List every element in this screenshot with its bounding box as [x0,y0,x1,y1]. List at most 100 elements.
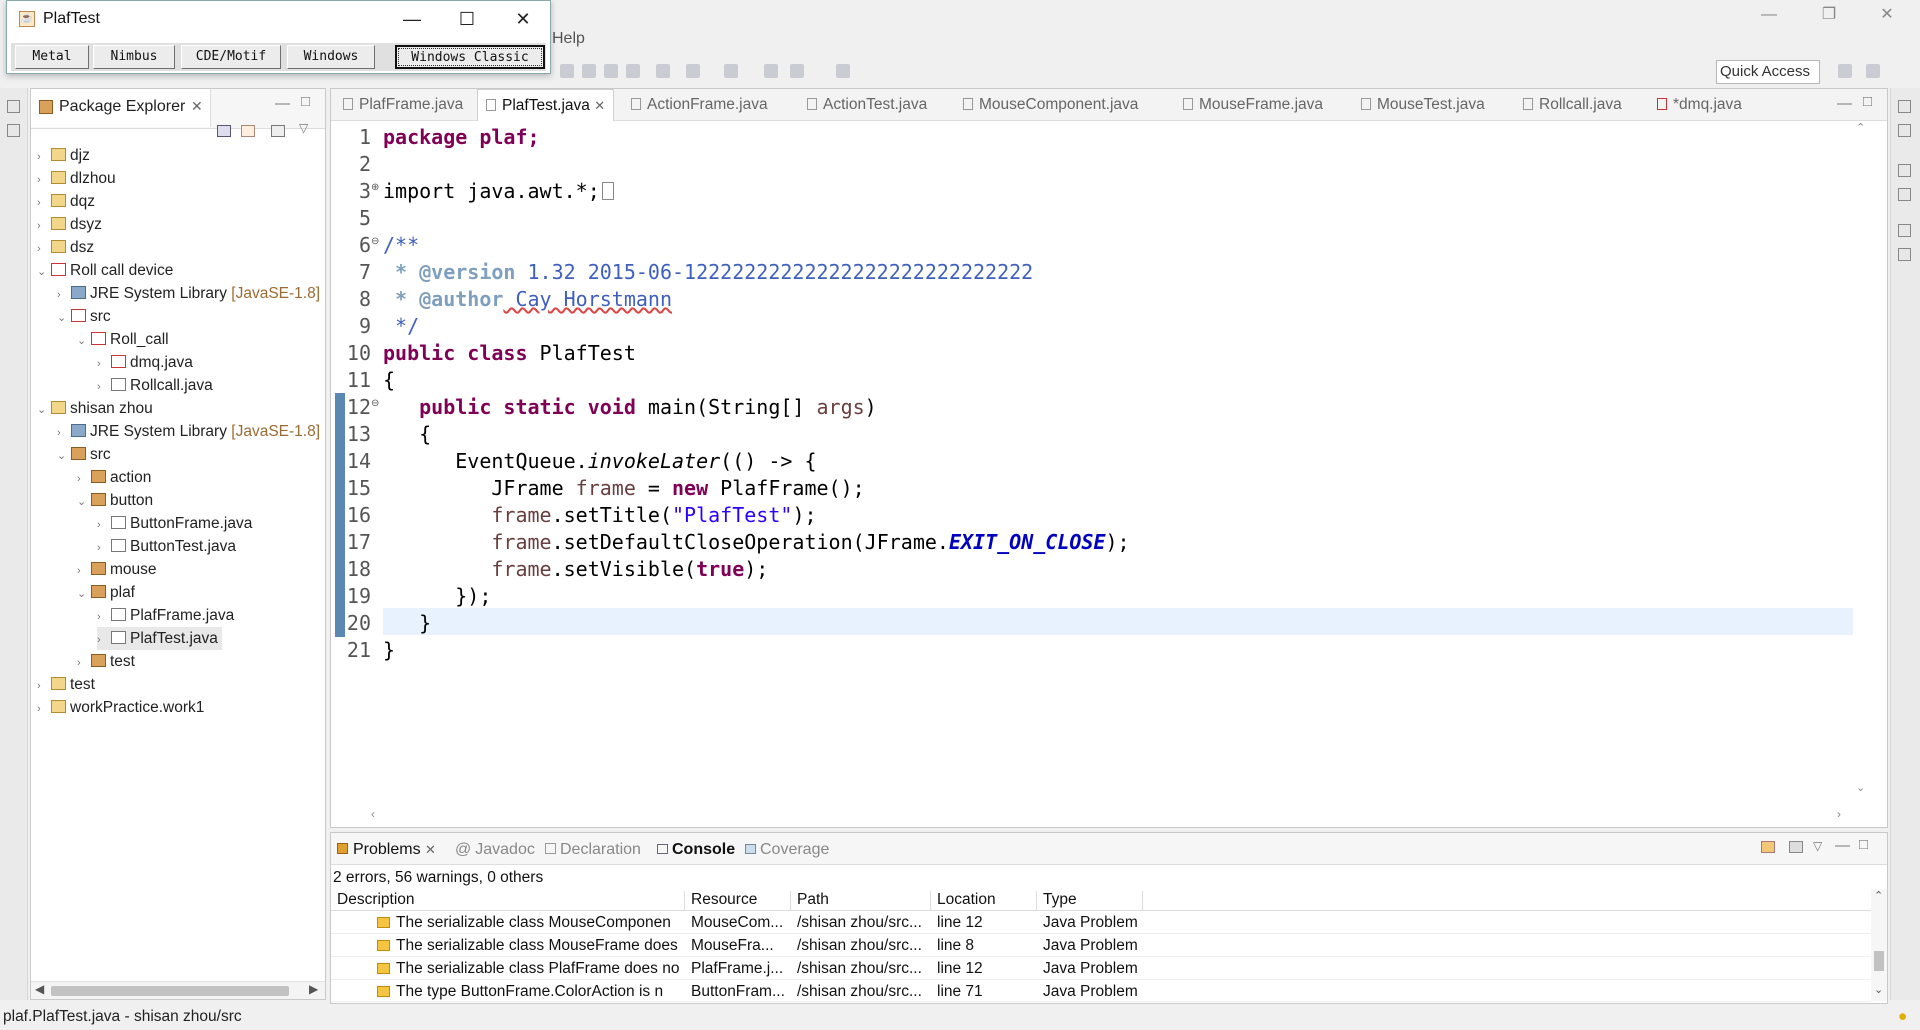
focus-icon[interactable] [1761,841,1775,853]
expand-icon[interactable]: › [97,606,109,629]
tree-item-file[interactable]: › Rollcall.java [97,374,213,397]
lightbulb-icon[interactable]: ● [1898,1004,1907,1030]
tree-item-file[interactable]: › ButtonFrame.java [97,512,252,535]
horizontal-scrollbar[interactable]: ‹ › [371,807,1853,825]
tree-item-project[interactable]: › dlzhou [37,167,116,190]
tree-item-package[interactable]: › mouse [77,558,157,581]
code-line[interactable]: package plaf; [383,124,540,151]
code-line[interactable]: * @author Cay Horstmann [383,286,672,313]
table-row[interactable]: The serializable class MouseComponen Mou… [331,911,1871,934]
tree-item-file[interactable]: › dmq.java [97,351,193,374]
code-line[interactable]: public class PlafTest [383,340,636,367]
view-icon[interactable] [1898,248,1911,261]
toolbar-icon[interactable] [626,64,640,78]
column-resource[interactable]: Resource [685,891,791,911]
tab-mouseframe[interactable]: MouseFrame.java [1183,89,1323,121]
vertical-scrollbar[interactable]: ⌃ ⌄ [1871,889,1887,1001]
view-icon[interactable] [7,124,20,137]
tab-actiontest[interactable]: ActionTest.java [807,89,927,121]
perspective-icon[interactable] [1838,64,1852,78]
expand-fold-icon[interactable]: ⊕ [371,182,379,193]
code-line[interactable]: frame.setTitle("PlafTest"); [383,502,816,529]
toolbar-icon[interactable] [724,64,738,78]
link-with-editor-icon[interactable] [241,125,255,137]
tree-item-project[interactable]: › test [37,673,95,696]
column-location[interactable]: Location [931,891,1037,911]
maximize-icon[interactable]: □ [1859,836,1868,853]
collapse-all-icon[interactable] [217,125,231,137]
horizontal-scrollbar[interactable]: ◀ ▶ [31,981,325,999]
windows-classic-button[interactable]: Windows Classic [395,45,545,69]
task-list-icon[interactable] [1898,124,1911,137]
tree-item-package[interactable]: ⌄ button [77,489,153,512]
code-line[interactable]: } [383,637,395,664]
code-line[interactable]: EventQueue.invokeLater(() -> { [383,448,816,475]
metal-button[interactable]: Metal [15,45,89,69]
toolbar-icon[interactable] [604,64,618,78]
tab-plaftest[interactable]: PlafTest.java ✕ [477,89,615,121]
scroll-left-icon[interactable]: ◀ [35,982,44,996]
tab-coverage[interactable]: Coverage [745,841,829,859]
code-line[interactable]: /** [383,232,419,259]
restore-view-icon[interactable] [1898,164,1911,177]
restore-view-icon[interactable] [1898,224,1911,237]
expand-icon[interactable]: › [77,468,89,491]
column-type[interactable]: Type [1037,891,1143,911]
tree-item-project[interactable]: › dqz [37,190,95,213]
collapse-fold-icon[interactable]: ⊖ [371,236,379,247]
restore-view-icon[interactable] [7,100,20,113]
expand-icon[interactable]: › [97,629,109,652]
collapse-icon[interactable]: ⌄ [77,330,89,353]
code-line[interactable]: frame.setDefaultCloseOperation(JFrame.EX… [383,529,1129,556]
expand-icon[interactable]: › [37,675,49,698]
tree-item-library[interactable]: › JRE System Library [JavaSE-1.8] [57,420,320,443]
expand-icon[interactable]: › [97,514,109,537]
folded-block-icon[interactable] [601,182,614,200]
tab-dmq[interactable]: *dmq.java [1657,89,1742,121]
tab-package-explorer[interactable]: Package Explorer ✕ [31,89,211,127]
expand-icon[interactable]: › [37,238,49,261]
collapse-icon[interactable]: ⌄ [37,261,49,284]
outline-icon[interactable] [1898,188,1911,201]
minimize-icon[interactable]: — [392,7,432,31]
minimize-icon[interactable]: — [1837,95,1852,112]
scroll-down-icon[interactable]: ⌄ [1856,781,1865,794]
forward-icon[interactable] [836,64,850,78]
expand-icon[interactable]: › [57,422,69,445]
collapse-icon[interactable]: ⌄ [57,445,69,468]
collapse-fold-icon[interactable]: ⊖ [371,398,379,409]
scrollbar-thumb[interactable] [1874,951,1884,971]
expand-icon[interactable]: › [77,652,89,675]
table-row[interactable]: The serializable class PlafFrame does no… [331,957,1871,980]
collapse-icon[interactable]: ⌄ [37,399,49,422]
tree-item-file[interactable]: › PlafFrame.java [97,604,234,627]
tree-item-project[interactable]: ⌄ Roll call device [37,259,173,282]
code-line[interactable]: }); [383,583,491,610]
java-perspective-icon[interactable] [1866,64,1880,78]
code-line[interactable]: frame.setVisible(true); [383,556,768,583]
tree-item-project[interactable]: › djz [37,144,90,167]
toolbar-icon[interactable] [582,64,596,78]
tree-item-file-selected[interactable]: › PlafTest.java [97,627,222,650]
filter-icon[interactable] [1789,841,1803,853]
vertical-scrollbar[interactable]: ⌃ ⌄ [1853,121,1871,801]
scrollbar-thumb[interactable] [51,986,289,996]
minimize-icon[interactable]: — [275,95,290,112]
code-line[interactable]: JFrame frame = new PlafFrame(); [383,475,864,502]
forward-icon[interactable] [790,64,804,78]
scroll-left-icon[interactable]: ‹ [371,807,375,821]
tree-item-project[interactable]: › dsz [37,236,94,259]
expand-icon[interactable]: › [37,192,49,215]
tree-item-project[interactable]: › workPractice.work1 [37,696,204,719]
tab-mousecomponent[interactable]: MouseComponent.java [963,89,1138,121]
scroll-up-icon[interactable]: ⌃ [1856,121,1865,134]
nimbus-button[interactable]: Nimbus [93,45,175,69]
menu-help[interactable]: Help [552,30,585,48]
tree-item-package[interactable]: › action [77,466,151,489]
tree-item-project[interactable]: › dsyz [37,213,102,236]
minimize-icon[interactable]: — [1835,837,1850,854]
close-tab-icon[interactable]: ✕ [191,98,203,115]
tree-item-project[interactable]: ⌄ shisan zhou [37,397,153,420]
tab-mousetest[interactable]: MouseTest.java [1361,89,1485,121]
code-line[interactable]: { [383,367,395,394]
